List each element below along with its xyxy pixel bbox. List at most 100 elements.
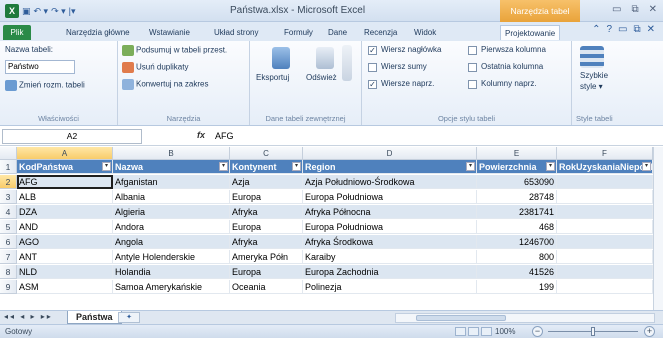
table-header-cell[interactable]: Powierzchnia ▾ — [477, 160, 557, 174]
filter-dropdown-icon[interactable]: ▾ — [466, 162, 475, 171]
table-cell[interactable]: Afryka — [230, 235, 303, 249]
close-icon[interactable]: ✕ — [649, 4, 657, 15]
filter-dropdown-icon[interactable]: ▾ — [219, 162, 228, 171]
table-cell[interactable]: Angola — [113, 235, 230, 249]
table-cell[interactable]: 28748 — [477, 190, 557, 204]
table-cell[interactable]: 41526 — [477, 265, 557, 279]
table-cell[interactable]: Europa — [230, 220, 303, 234]
row-header[interactable]: 7 — [0, 250, 17, 264]
horizontal-scrollbar[interactable] — [395, 313, 655, 323]
table-name-input[interactable]: Państwo — [5, 60, 75, 74]
quick-styles-icon[interactable] — [580, 46, 604, 68]
row-header[interactable]: 9 — [0, 280, 17, 294]
table-cell[interactable] — [557, 175, 653, 189]
minimize-ribbon-icon[interactable]: ⌃ — [592, 24, 600, 35]
filter-dropdown-icon[interactable]: ▾ — [292, 162, 301, 171]
quick-styles-label-2[interactable]: style ▾ — [580, 82, 603, 91]
table-cell[interactable]: Afryka Środkowa — [303, 235, 477, 249]
column-header-e[interactable]: E — [477, 147, 557, 160]
insert-sheet-icon[interactable]: ✦ — [118, 312, 140, 323]
tab-data[interactable]: Dane — [324, 25, 351, 40]
row-header[interactable]: 5 — [0, 220, 17, 234]
table-cell[interactable]: Andora — [113, 220, 230, 234]
remove-duplicates-button[interactable]: Usuń duplikaty — [122, 62, 188, 73]
summarize-pivot-button[interactable]: Podsumuj w tabeli przest. — [122, 45, 227, 56]
table-cell[interactable]: NLD — [17, 265, 113, 279]
table-cell[interactable]: Ameryka Półn — [230, 250, 303, 264]
help-icon[interactable]: ? — [606, 24, 612, 35]
table-header-cell[interactable]: Region ▾ — [303, 160, 477, 174]
workbook-minimize-icon[interactable]: ▭ — [618, 24, 627, 35]
banded-columns-checkbox[interactable] — [468, 80, 477, 89]
table-cell[interactable]: Karaiby — [303, 250, 477, 264]
save-icon[interactable]: ▣ — [22, 6, 31, 17]
table-cell[interactable]: 800 — [477, 250, 557, 264]
table-cell[interactable]: 199 — [477, 280, 557, 294]
table-cell[interactable]: Azja Południowo-Środkowa — [303, 175, 477, 189]
refresh-button[interactable]: Odśwież — [306, 73, 337, 82]
name-box[interactable]: A2 — [2, 129, 142, 144]
table-cell[interactable]: Afganistan — [113, 175, 230, 189]
table-cell[interactable]: ANT — [17, 250, 113, 264]
workbook-close-icon[interactable]: ✕ — [647, 24, 655, 35]
zoom-out-icon[interactable]: − — [532, 326, 543, 337]
undo-icon[interactable]: ↶ ▾ — [34, 6, 49, 17]
table-cell[interactable]: Europa — [230, 190, 303, 204]
banded-rows-checkbox[interactable]: ✓ — [368, 80, 377, 89]
table-cell[interactable]: Europa — [230, 265, 303, 279]
redo-icon[interactable]: ↷ ▾ — [51, 6, 66, 17]
column-header-b[interactable]: B — [113, 147, 230, 160]
tab-formulas[interactable]: Formuły — [280, 25, 317, 40]
table-cell[interactable]: 1246700 — [477, 235, 557, 249]
table-cell[interactable] — [557, 250, 653, 264]
page-break-view-icon[interactable] — [481, 327, 492, 336]
table-cell[interactable]: Europa Zachodnia — [303, 265, 477, 279]
table-cell[interactable]: 468 — [477, 220, 557, 234]
table-cell[interactable]: AND — [17, 220, 113, 234]
column-header-c[interactable]: C — [230, 147, 303, 160]
horizontal-scroll-thumb[interactable] — [416, 315, 506, 321]
row-header[interactable]: 4 — [0, 205, 17, 219]
table-cell[interactable]: Europa Południowa — [303, 190, 477, 204]
page-layout-view-icon[interactable] — [468, 327, 479, 336]
sheet-navigation-arrows[interactable]: ◂◂ ◂ ▸ ▸▸ — [4, 312, 53, 321]
column-header-d[interactable]: D — [303, 147, 477, 160]
table-cell[interactable]: Azja — [230, 175, 303, 189]
tab-review[interactable]: Recenzja — [360, 25, 401, 40]
tab-file[interactable]: Plik — [3, 25, 31, 40]
table-header-cell[interactable]: KodPaństwa ▾ — [17, 160, 113, 174]
table-cell[interactable]: ALB — [17, 190, 113, 204]
table-cell[interactable] — [557, 205, 653, 219]
refresh-icon[interactable] — [316, 47, 334, 69]
quick-styles-label-1[interactable]: Szybkie — [580, 71, 608, 80]
customize-qat-icon[interactable]: |▾ — [69, 6, 76, 17]
table-cell[interactable]: ASM — [17, 280, 113, 294]
sheet-tab-panstwa[interactable]: Państwa — [67, 311, 122, 324]
filter-dropdown-icon[interactable]: ▾ — [642, 162, 651, 171]
minimize-icon[interactable]: ▭ — [612, 4, 621, 15]
table-cell[interactable]: 2381741 — [477, 205, 557, 219]
zoom-in-icon[interactable]: + — [644, 326, 655, 337]
row-header[interactable]: 1 — [0, 160, 17, 174]
excel-logo-icon[interactable]: X — [5, 4, 19, 18]
external-options-icon[interactable] — [342, 45, 352, 81]
table-cell[interactable]: 653090 — [477, 175, 557, 189]
table-cell[interactable]: Algieria — [113, 205, 230, 219]
last-column-checkbox[interactable] — [468, 63, 477, 72]
resize-table-button[interactable]: Zmień rozm. tabeli — [5, 80, 85, 91]
formula-input[interactable]: AFG — [215, 129, 655, 144]
tab-design[interactable]: Projektowanie — [500, 25, 561, 40]
table-cell[interactable] — [557, 190, 653, 204]
table-cell[interactable] — [557, 220, 653, 234]
table-cell[interactable] — [557, 265, 653, 279]
zoom-level[interactable]: 100% — [495, 327, 515, 336]
table-cell[interactable]: DZA — [17, 205, 113, 219]
convert-to-range-button[interactable]: Konwertuj na zakres — [122, 79, 208, 90]
table-cell[interactable]: Albania — [113, 190, 230, 204]
table-header-cell[interactable]: Nazwa ▾ — [113, 160, 230, 174]
table-cell[interactable] — [557, 235, 653, 249]
column-header-f[interactable]: F — [557, 147, 653, 160]
export-icon[interactable] — [272, 47, 290, 69]
select-all-corner[interactable] — [0, 147, 17, 160]
insert-function-icon[interactable]: fx — [197, 130, 205, 140]
